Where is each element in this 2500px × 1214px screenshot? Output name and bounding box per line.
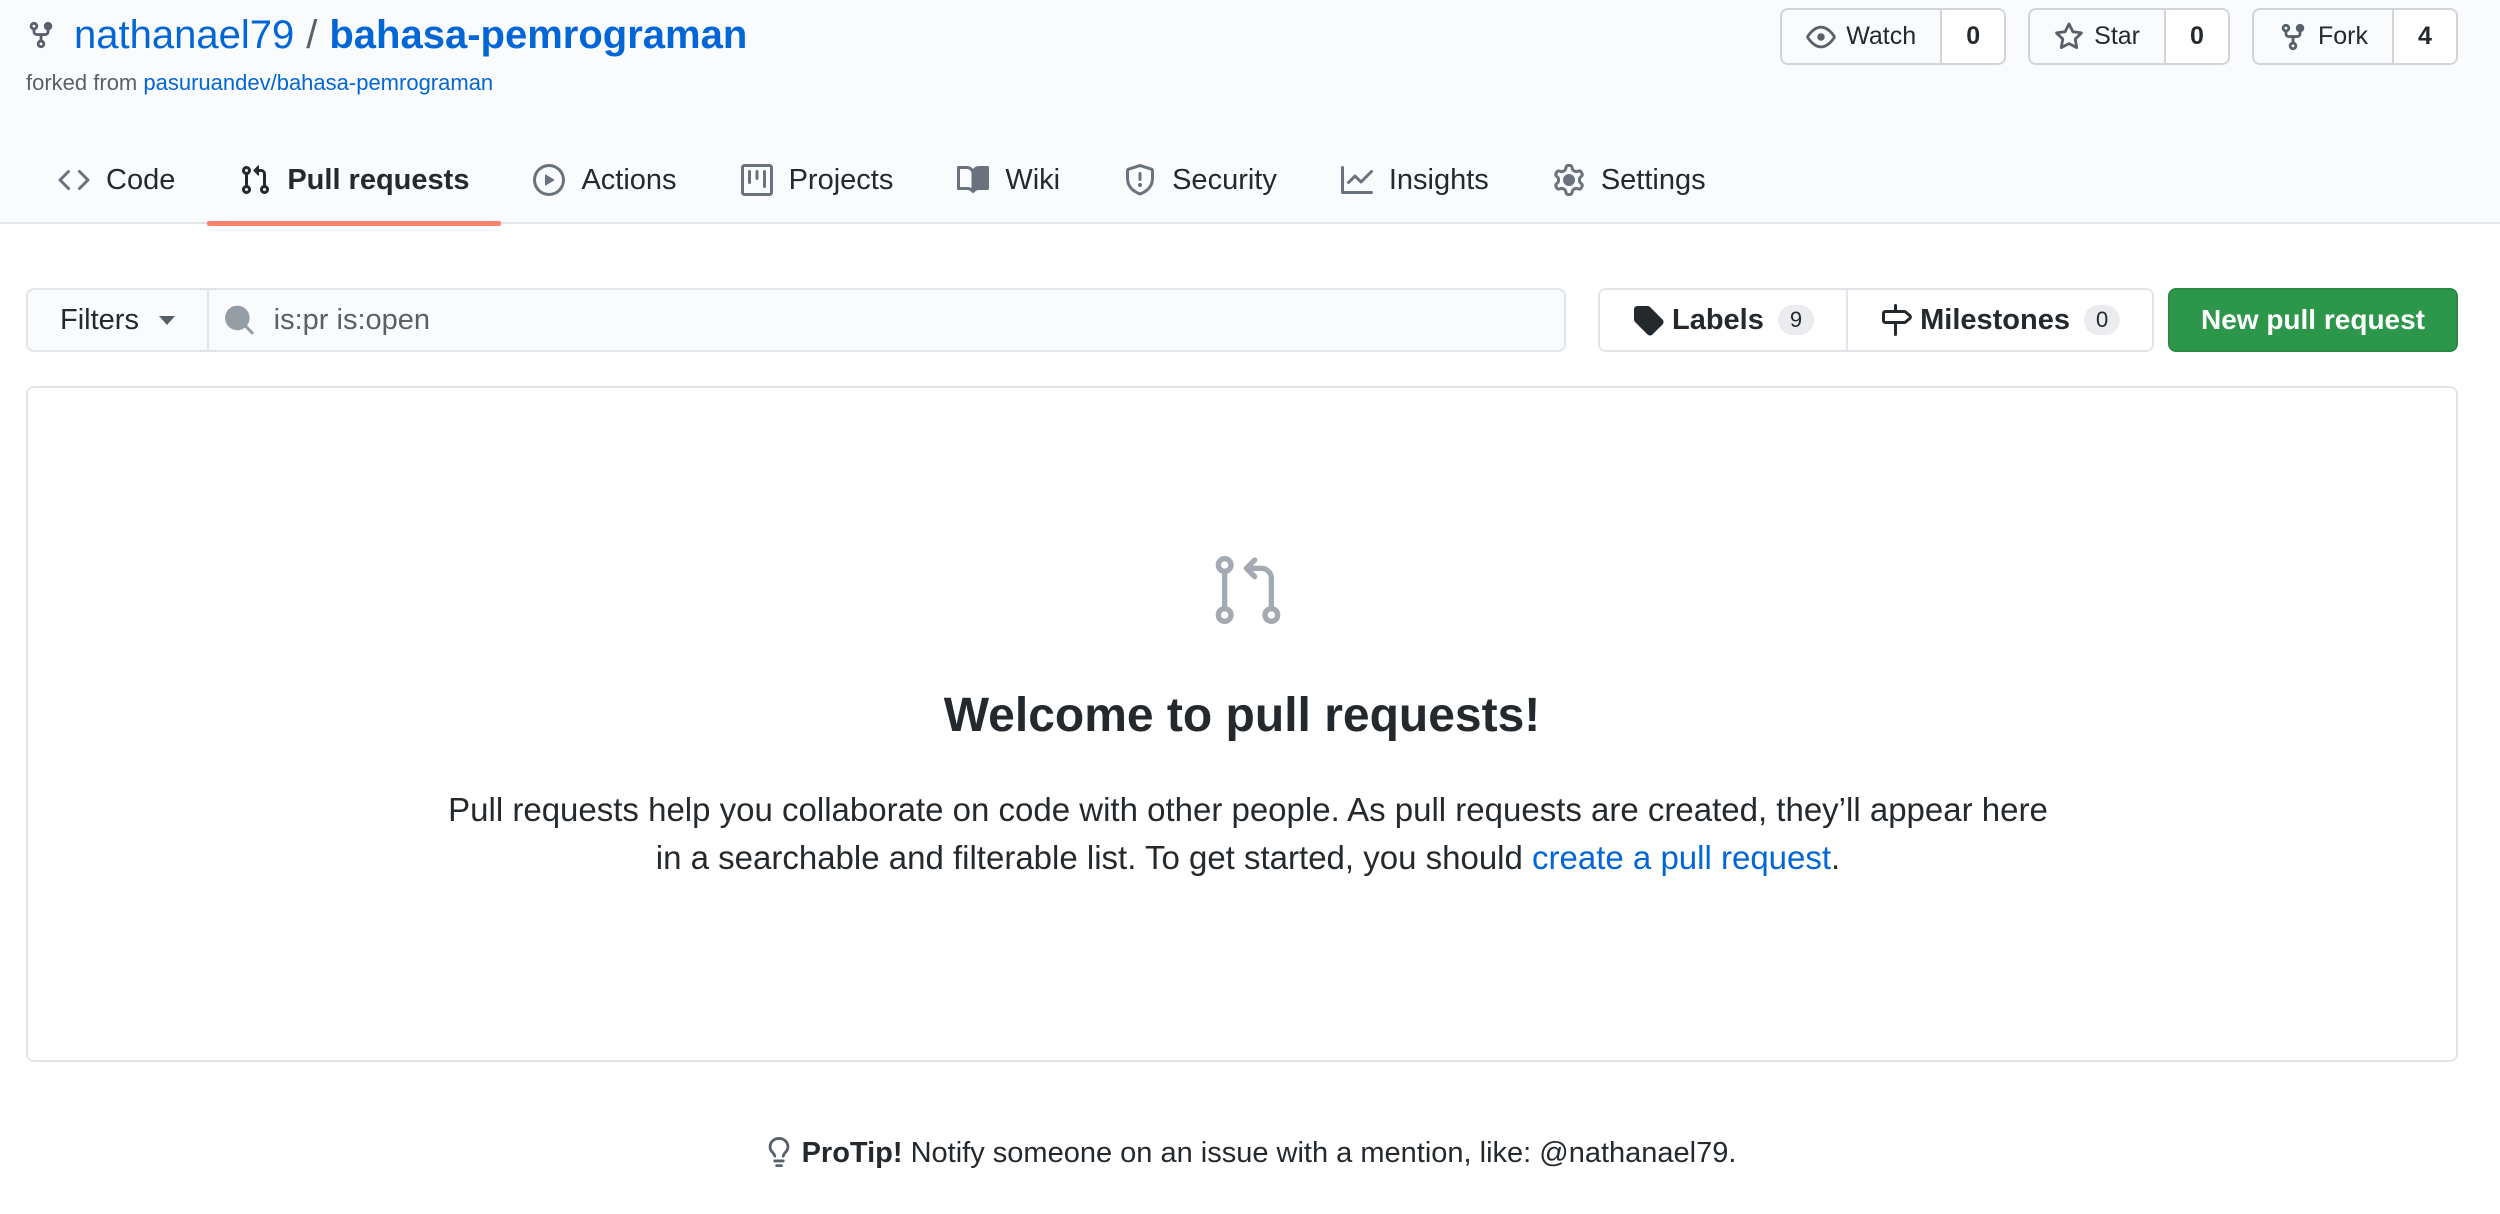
repo-header: nathanael79 / bahasa-pemrograman forked …	[0, 0, 2500, 226]
star-group: Star 0	[2028, 8, 2230, 65]
tab-insights[interactable]: Insights	[1309, 136, 1521, 224]
watch-group: Watch 0	[1780, 8, 2007, 65]
repo-nav-tabs: Code Pull requests Actions Projects Wiki…	[26, 136, 1738, 226]
tab-label: Insights	[1388, 163, 1489, 196]
search-input[interactable]	[273, 303, 1564, 337]
search-icon	[224, 305, 254, 335]
repo-owner-link[interactable]: nathanael79	[74, 13, 294, 58]
blankslate: Welcome to pull requests! Pull requests …	[26, 386, 2458, 1062]
book-icon	[957, 165, 990, 193]
tab-actions[interactable]: Actions	[501, 136, 708, 224]
star-icon	[2055, 21, 2084, 49]
filters-label: Filters	[60, 303, 139, 336]
milestones-label: Milestones	[1920, 303, 2070, 336]
fork-label: Fork	[2318, 22, 2368, 50]
watch-label: Watch	[1846, 22, 1917, 50]
tab-pull-requests[interactable]: Pull requests	[207, 136, 502, 226]
pull-request-subnav: Filters Labels 9 Milestones 0 New pull r…	[26, 288, 2458, 354]
light-bulb-icon	[768, 1137, 789, 1167]
git-pull-request-icon	[242, 165, 270, 195]
gear-icon	[1554, 164, 1584, 196]
labels-button[interactable]: Labels 9	[1600, 290, 1849, 350]
blankslate-title: Welcome to pull requests!	[943, 689, 1541, 742]
milestone-icon	[1882, 304, 1913, 336]
blankslate-description: Pull requests help you collaborate on co…	[448, 786, 2048, 882]
star-count[interactable]: 0	[2166, 10, 2228, 63]
tab-settings[interactable]: Settings	[1521, 136, 1738, 224]
star-label: Star	[2094, 22, 2140, 50]
labels-count: 9	[1777, 305, 1815, 335]
protip-text: Notify someone on an issue with a mentio…	[902, 1137, 1737, 1169]
repo-title: nathanael79 / bahasa-pemrograman	[26, 10, 747, 60]
star-button[interactable]: Star	[2030, 10, 2166, 63]
tab-label: Wiki	[1005, 163, 1061, 196]
repo-forked-icon	[29, 21, 53, 49]
forked-from: forked from pasuruandev/bahasa-pemrogram…	[26, 70, 493, 96]
fork-button[interactable]: Fork	[2254, 10, 2394, 63]
search-box	[208, 290, 1564, 350]
filters-dropdown[interactable]: Filters	[28, 290, 209, 350]
fork-group: Fork 4	[2252, 8, 2458, 65]
milestones-button[interactable]: Milestones 0	[1848, 290, 2153, 350]
graph-icon	[1340, 166, 1373, 194]
forked-source-link[interactable]: pasuruandev/bahasa-pemrograman	[143, 70, 493, 95]
labels-label: Labels	[1672, 303, 1764, 336]
watch-button[interactable]: Watch	[1782, 10, 1943, 63]
tab-label: Code	[106, 163, 176, 196]
tab-label: Projects	[788, 163, 894, 196]
protip: ProTip! Notify someone on an issue with …	[0, 1136, 2500, 1170]
path-separator: /	[306, 12, 318, 57]
blankslate-text-end: .	[1831, 839, 1841, 876]
create-pull-request-link[interactable]: create a pull request	[1532, 839, 1831, 876]
tab-label: Pull requests	[287, 163, 470, 196]
watch-count[interactable]: 0	[1942, 10, 2005, 63]
code-icon	[58, 169, 90, 191]
tab-projects[interactable]: Projects	[709, 136, 926, 224]
caret-down-icon	[158, 315, 175, 325]
project-icon	[740, 164, 773, 196]
repo-actions: Watch 0 Star 0 Fork 4	[1780, 8, 2458, 65]
tab-label: Security	[1172, 163, 1277, 196]
tab-label: Settings	[1600, 163, 1706, 196]
labels-milestones-group: Labels 9 Milestones 0	[1598, 288, 2155, 352]
forked-from-label: forked from	[26, 70, 138, 95]
shield-icon	[1126, 164, 1155, 196]
eye-icon	[1806, 25, 1836, 48]
play-icon	[533, 164, 566, 196]
repo-name-link[interactable]: bahasa-pemrograman	[329, 13, 747, 58]
tab-security[interactable]: Security	[1092, 136, 1309, 224]
repo-forked-icon	[2281, 23, 2305, 50]
milestones-count: 0	[2084, 305, 2121, 335]
tag-icon	[1634, 306, 1664, 336]
fork-count[interactable]: 4	[2394, 10, 2456, 63]
filters-search-group: Filters	[26, 288, 1566, 352]
git-pull-request-icon	[1215, 555, 1281, 625]
protip-label: ProTip!	[801, 1137, 903, 1169]
tab-code[interactable]: Code	[26, 136, 207, 224]
tab-label: Actions	[581, 163, 677, 196]
new-pull-request-button[interactable]: New pull request	[2168, 288, 2458, 352]
tab-wiki[interactable]: Wiki	[925, 136, 1092, 224]
